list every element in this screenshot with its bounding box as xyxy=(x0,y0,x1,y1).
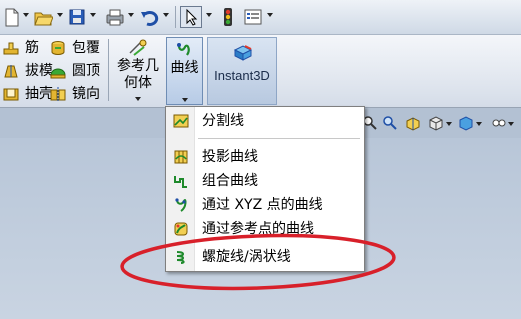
hide-show-dropdown-arrow[interactable] xyxy=(508,122,514,126)
undo-icon xyxy=(141,11,159,26)
display-style-dropdown-arrow[interactable] xyxy=(476,122,482,126)
new-document-icon xyxy=(5,8,19,27)
options-button[interactable] xyxy=(243,6,263,28)
dome-icon xyxy=(50,68,66,79)
mirror-label: 镜向 xyxy=(72,86,100,102)
helix-spiral-icon xyxy=(176,251,185,264)
options-dropdown-arrow[interactable] xyxy=(267,13,273,17)
split-line-icon xyxy=(173,114,189,128)
open-folder-icon xyxy=(34,12,53,26)
save-icon xyxy=(69,9,85,25)
helix-spiral-label: 螺旋线/涡状线 xyxy=(202,249,291,265)
quick-access-toolbar xyxy=(0,0,521,35)
menu-item-split-line[interactable]: 分割线 xyxy=(166,110,364,132)
rebuild-button[interactable] xyxy=(219,6,237,28)
save-dropdown-arrow[interactable] xyxy=(90,13,96,17)
mirror-icon xyxy=(50,87,66,102)
curves-dropdown-arrow[interactable] xyxy=(182,98,188,102)
reference-geometry-button[interactable]: 参考几 何体 xyxy=(114,37,162,105)
rib-icon xyxy=(3,42,19,55)
zoom-area-icon[interactable] xyxy=(382,115,398,131)
menu-item-curve-through-reference[interactable]: 通过参考点的曲线 xyxy=(166,218,364,240)
projected-curve-icon xyxy=(174,150,188,164)
print-icon xyxy=(106,9,124,26)
projected-curve-label: 投影曲线 xyxy=(202,149,258,165)
reference-geometry-icon xyxy=(129,39,147,56)
curves-label: 曲线 xyxy=(170,60,199,76)
undo-dropdown-arrow[interactable] xyxy=(163,13,169,17)
rib-label: 筋 xyxy=(25,40,39,56)
save-button[interactable] xyxy=(68,6,86,28)
wrap-label: 包覆 xyxy=(72,40,100,56)
reference-geometry-label-line2: 何体 xyxy=(124,75,152,91)
view-orientation-icon[interactable] xyxy=(428,115,444,131)
open-dropdown-arrow[interactable] xyxy=(57,13,63,17)
curve-through-xyz-icon xyxy=(175,198,187,212)
view-orientation-dropdown-arrow[interactable] xyxy=(446,122,452,126)
new-document-button[interactable] xyxy=(2,6,20,28)
features-ribbon: 筋 拔模 抽壳 包覆 圆顶 镜向 参考几 何体 曲线 Instant3D xyxy=(0,35,521,108)
undo-button[interactable] xyxy=(140,6,160,28)
menu-item-curve-through-xyz[interactable]: 通过 XYZ 点的曲线 xyxy=(166,194,364,216)
curve-through-xyz-label: 通过 XYZ 点的曲线 xyxy=(202,197,323,213)
instant3d-label: Instant3D xyxy=(214,68,270,83)
traffic-light-icon xyxy=(224,8,232,26)
select-dropdown-arrow[interactable] xyxy=(206,13,212,17)
hide-show-icon[interactable] xyxy=(490,115,506,131)
wrap-icon xyxy=(51,41,65,55)
options-list-icon xyxy=(244,9,262,25)
menu-item-projected-curve[interactable]: 投影曲线 xyxy=(166,146,364,168)
dome-label: 圆顶 xyxy=(72,63,100,79)
curve-icon xyxy=(177,43,190,56)
curve-through-reference-label: 通过参考点的曲线 xyxy=(202,221,314,237)
shell-icon xyxy=(3,88,19,101)
open-button[interactable] xyxy=(33,6,53,28)
curves-button[interactable]: 曲线 xyxy=(166,37,203,105)
curve-through-reference-icon xyxy=(174,222,188,236)
shell-label: 抽壳 xyxy=(25,86,53,102)
print-dropdown-arrow[interactable] xyxy=(128,13,134,17)
ribbon-separator xyxy=(108,39,109,101)
composite-curve-label: 组合曲线 xyxy=(202,173,258,189)
new-dropdown-arrow[interactable] xyxy=(23,13,29,17)
menu-item-composite-curve[interactable]: 组合曲线 xyxy=(166,170,364,192)
menu-item-helix-spiral[interactable]: 螺旋线/涡状线 xyxy=(166,246,364,268)
print-button[interactable] xyxy=(104,6,126,28)
menu-separator xyxy=(198,138,360,139)
section-view-icon[interactable] xyxy=(405,115,421,131)
instant3d-button[interactable]: Instant3D xyxy=(207,37,277,105)
draft-icon xyxy=(4,65,18,78)
composite-curve-icon xyxy=(174,176,187,188)
cursor-arrow-icon xyxy=(186,8,198,26)
reference-geometry-dropdown-arrow[interactable] xyxy=(135,97,141,101)
split-line-label: 分割线 xyxy=(202,113,244,129)
reference-geometry-label-line1: 参考几 xyxy=(117,58,159,74)
toolbar-separator xyxy=(175,6,176,28)
curves-dropdown-menu: 分割线 投影曲线 组合曲线 通过 XYZ 点的曲线 通过参考点的曲线 螺旋线/涡… xyxy=(165,106,365,272)
draft-label: 拔模 xyxy=(25,63,53,79)
instant3d-icon xyxy=(233,45,253,61)
select-button[interactable] xyxy=(180,6,202,28)
display-style-icon[interactable] xyxy=(458,115,474,131)
